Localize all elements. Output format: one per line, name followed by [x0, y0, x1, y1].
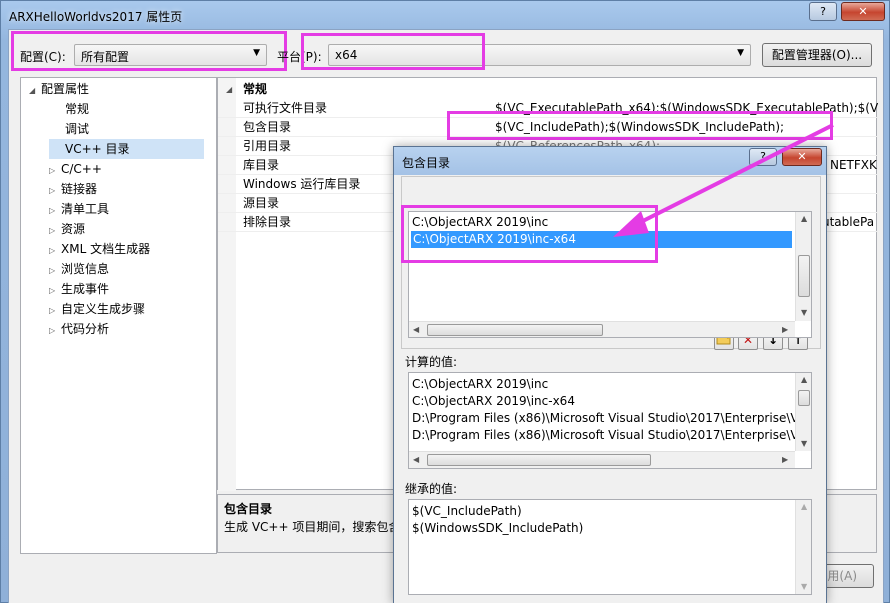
tree-item-manifest-tool[interactable]: ▷ 清单工具 [49, 199, 109, 219]
tree-item-linker[interactable]: ▷ 链接器 [49, 179, 97, 199]
title-bar[interactable]: ARXHelloWorldvs2017 属性页 ? ✕ [1, 1, 889, 29]
tree-item-vc-directories[interactable]: VC++ 目录 [49, 139, 204, 159]
inherited-values-list[interactable]: $(VC_IncludePath) $(WindowsSDK_IncludePa… [408, 499, 812, 595]
window-title: ARXHelloWorldvs2017 属性页 [9, 10, 183, 24]
expand-triangle-icon[interactable]: ▷ [49, 221, 61, 241]
chevron-down-icon: ▼ [737, 48, 744, 58]
computed-values-list[interactable]: C:\ObjectARX 2019\inc C:\ObjectARX 2019\… [408, 372, 812, 469]
tree-item-xml-doc[interactable]: ▷ XML 文档生成器 [49, 239, 150, 259]
list-item: D:\Program Files (x86)\Microsoft Visual … [412, 428, 799, 442]
description-title: 包含目录 [224, 502, 273, 516]
tree-root[interactable]: ◢ 配置属性 [29, 79, 89, 99]
tree-item-browse-info[interactable]: ▷ 浏览信息 [49, 259, 109, 279]
list-item: $(WindowsSDK_IncludePath) [412, 521, 584, 535]
property-pages-window: ARXHelloWorldvs2017 属性页 ? ✕ 配置(C): 所有配置 … [0, 0, 890, 603]
close-button[interactable]: ✕ [841, 2, 885, 21]
tree-item-debugging[interactable]: 调试 [65, 119, 89, 139]
tree-item-cpp[interactable]: ▷ C/C++ [49, 159, 102, 179]
config-manager-button[interactable]: 配置管理器(O)... [762, 43, 872, 67]
expand-triangle-icon[interactable]: ▷ [49, 301, 61, 321]
collapse-triangle-icon[interactable]: ◢ [29, 81, 41, 101]
expand-triangle-icon[interactable]: ▷ [49, 161, 61, 181]
tree-item-code-analysis[interactable]: ▷ 代码分析 [49, 319, 109, 339]
tree-item-general[interactable]: 常规 [65, 99, 89, 119]
expand-triangle-icon[interactable]: ▷ [49, 261, 61, 281]
collapse-triangle-icon[interactable]: ◢ [226, 80, 232, 99]
tree-item-resources[interactable]: ▷ 资源 [49, 219, 85, 239]
list-item: D:\Program Files (x86)\Microsoft Visual … [412, 411, 799, 425]
description-text: 生成 VC++ 项目期间，搜索包含 [224, 520, 401, 534]
tree-item-build-events[interactable]: ▷ 生成事件 [49, 279, 109, 299]
expand-triangle-icon[interactable]: ▷ [49, 201, 61, 221]
expand-triangle-icon[interactable]: ▷ [49, 321, 61, 341]
expand-triangle-icon[interactable]: ▷ [49, 241, 61, 261]
vertical-scrollbar[interactable]: ▲ ▼ [795, 373, 811, 451]
property-tree[interactable]: ◢ 配置属性 常规 调试 VC++ 目录 ▷ C/C++ ▷ 链接器 ▷ 清单工具 ▷ 资… [20, 77, 217, 554]
grid-section-general[interactable]: ◢ 常规 [218, 80, 878, 99]
vertical-scrollbar[interactable]: ▲ ▼ [795, 500, 811, 594]
list-item: $(VC_IncludePath) [412, 504, 522, 518]
horizontal-scrollbar[interactable]: ◀ ▶ [409, 451, 795, 468]
list-item: C:\ObjectARX 2019\inc [412, 377, 549, 391]
annotation-arrow-icon [613, 123, 834, 237]
expand-triangle-icon[interactable]: ▷ [49, 281, 61, 301]
list-item: C:\ObjectARX 2019\inc-x64 [412, 394, 575, 408]
inherited-values-label: 继承的值: [405, 482, 458, 496]
computed-values-label: 计算的值: [405, 355, 458, 369]
horizontal-scrollbar[interactable]: ◀ ▶ [409, 321, 795, 337]
platform-highlight-box [301, 33, 485, 70]
expand-triangle-icon[interactable]: ▷ [49, 181, 61, 201]
tree-item-custom-build[interactable]: ▷ 自定义生成步骤 [49, 299, 145, 319]
help-button[interactable]: ? [809, 2, 837, 21]
dialog-title: 包含目录 [402, 156, 451, 170]
config-highlight-box [11, 31, 287, 71]
